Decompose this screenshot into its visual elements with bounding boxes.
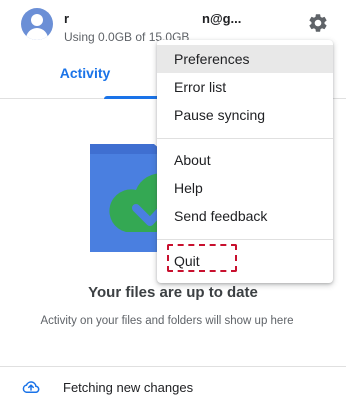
- avatar-body: [26, 28, 48, 40]
- menu-separator: [157, 239, 333, 240]
- sync-status-footer: Fetching new changes: [0, 367, 346, 408]
- menu-item-about[interactable]: About: [157, 146, 333, 174]
- quit-highlight-box: [167, 244, 237, 272]
- menu-item-help[interactable]: Help: [157, 174, 333, 202]
- account-name: r: [64, 11, 70, 26]
- drive-sync-window: r n@g... Using 0.0GB of 15.0GB Activity …: [0, 0, 346, 408]
- status-title: Your files are up to date: [88, 284, 258, 301]
- menu-item-preferences[interactable]: Preferences: [157, 45, 333, 73]
- footer-status-text: Fetching new changes: [63, 380, 194, 395]
- status-subtitle: Activity on your files and folders will …: [40, 315, 294, 327]
- avatar[interactable]: [21, 8, 53, 40]
- cloud-upload-icon: [22, 381, 40, 393]
- menu-item-error-list[interactable]: Error list: [157, 73, 333, 101]
- tab-activity[interactable]: Activity: [52, 50, 170, 99]
- account-email: n@g...: [202, 11, 242, 26]
- menu-separator: [157, 138, 333, 139]
- tab-activity-label: Activity: [59, 65, 111, 81]
- avatar-head: [31, 14, 43, 26]
- settings-menu: Preferences Error list Pause syncing Abo…: [157, 40, 333, 283]
- menu-item-send-feedback[interactable]: Send feedback: [157, 202, 333, 230]
- menu-item-pause-syncing[interactable]: Pause syncing: [157, 101, 333, 129]
- gear-icon[interactable]: [307, 12, 329, 34]
